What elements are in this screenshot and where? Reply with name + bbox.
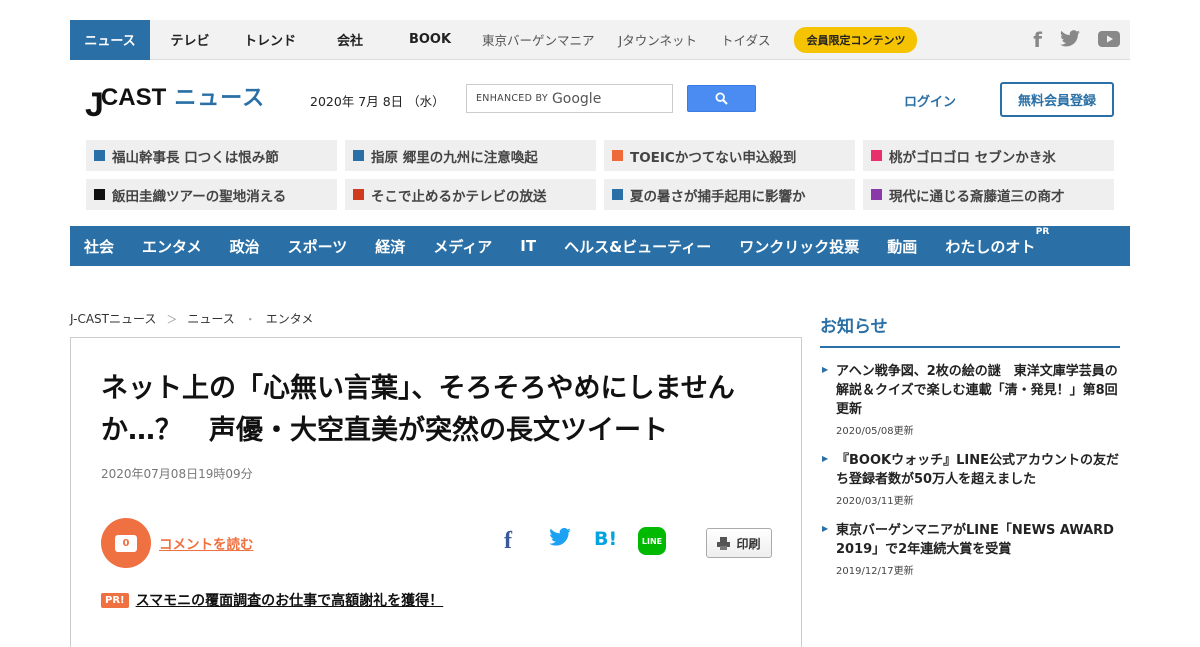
print-label: 印刷 xyxy=(736,536,761,551)
social-links: f xyxy=(1033,30,1130,50)
top-nav: ニュース テレビ トレンド 会社 BOOK 東京バーゲンマニア Jタウンネット … xyxy=(70,19,1130,60)
trending-color-marker xyxy=(353,150,364,161)
logo-cast: CAST xyxy=(100,84,167,111)
announcement-item[interactable]: ▶ 『BOOKウォッチ』LINE公式アカウントの友だち登録者数が50万人を超えま… xyxy=(820,451,1120,507)
trending-item[interactable]: 指原 郷里の九州に注意喚起 xyxy=(345,140,596,171)
category-media[interactable]: メディア xyxy=(433,236,492,257)
pr-ad-line[interactable]: PR! スマモニの覆面調査のお仕事で高額謝礼を獲得！ xyxy=(101,590,443,610)
breadcrumb-entertainment[interactable]: エンタメ xyxy=(266,310,314,327)
search-icon xyxy=(715,92,728,105)
trending-item[interactable]: 桃がゴロゴロ セブンかき氷 xyxy=(863,140,1114,171)
register-button[interactable]: 無料会員登録 xyxy=(1000,82,1114,117)
category-nav: 社会 エンタメ 政治 スポーツ 経済 メディア IT ヘルス&ビューティー ワン… xyxy=(70,226,1130,266)
pr-badge: PR! xyxy=(101,592,129,608)
breadcrumb-news[interactable]: ニュース xyxy=(187,310,234,327)
read-comments-link[interactable]: コメントを読む xyxy=(159,533,254,553)
article-card: ネット上の「心無い言葉」、そろそろやめにしませんか…？ 声優・大空直美が突然の長… xyxy=(70,337,802,647)
category-entertainment[interactable]: エンタメ xyxy=(142,236,202,257)
trending-color-marker xyxy=(871,189,882,200)
topnav-item-book[interactable]: BOOK xyxy=(390,20,470,60)
trending-color-marker xyxy=(94,189,105,200)
site-logo[interactable]: J CAST ニュース xyxy=(85,80,266,123)
trending-item[interactable]: 福山幹事長 口つくは恨み節 xyxy=(86,140,337,171)
trending-item[interactable]: そこで止めるかテレビの放送 xyxy=(345,179,596,210)
publish-date: 2020年07月08日19時09分 xyxy=(101,467,253,481)
category-sports[interactable]: スポーツ xyxy=(288,236,348,257)
announcement-title[interactable]: 東京バーゲンマニアがLINE「NEWS AWARD 2019」で2年連続大賞を受… xyxy=(836,521,1120,559)
comment-count: 0 xyxy=(115,534,137,552)
category-watashi-no-oto[interactable]: わたしのオト PR xyxy=(945,227,1049,257)
pr-label: PR xyxy=(1035,226,1050,237)
topnav-item-tv[interactable]: テレビ xyxy=(150,20,230,60)
trending-item[interactable]: 現代に通じる斎藤道三の商才 xyxy=(863,179,1114,210)
line-icon[interactable]: LINE xyxy=(638,527,666,555)
sidebar-announcements: お知らせ ▶ アヘン戦争図、2枚の絵の謎 東洋文庫学芸員の解説＆クイズで楽しむ連… xyxy=(820,312,1120,577)
triangle-right-icon: ▶ xyxy=(822,524,829,533)
sidebar-title: お知らせ xyxy=(820,312,1120,348)
announcement-date: 2019/12/17更新 xyxy=(836,566,914,577)
triangle-right-icon: ▶ xyxy=(822,454,829,463)
category-economy[interactable]: 経済 xyxy=(375,236,405,257)
announcement-date: 2020/05/08更新 xyxy=(836,426,914,437)
category-video[interactable]: 動画 xyxy=(887,236,917,257)
topnav-item-jtown[interactable]: Jタウンネット xyxy=(607,20,709,60)
announcement-date: 2020/03/11更新 xyxy=(836,496,914,507)
trending-topics: 福山幹事長 口つくは恨み節 指原 郷里の九州に注意喚起 TOEICかつてない申込… xyxy=(86,140,1114,210)
member-content-button[interactable]: 会員限定コンテンツ xyxy=(794,26,918,53)
search-button[interactable] xyxy=(687,85,756,112)
twitter-icon[interactable] xyxy=(1060,29,1080,50)
trending-color-marker xyxy=(353,189,364,200)
print-button[interactable]: 印刷 xyxy=(706,528,772,558)
printer-icon xyxy=(717,536,731,550)
search-input[interactable]: ENHANCED BY Google xyxy=(466,84,673,113)
current-date: 2020年 7月 8日 （水） xyxy=(310,94,445,109)
announcement-item[interactable]: ▶ 東京バーゲンマニアがLINE「NEWS AWARD 2019」で2年連続大賞… xyxy=(820,521,1120,577)
topnav-item-toidas[interactable]: トイダス xyxy=(709,20,783,60)
topnav-item-trend[interactable]: トレンド xyxy=(230,20,310,60)
trending-color-marker xyxy=(612,189,623,200)
logo-news: ニュース xyxy=(174,86,266,111)
announcement-title[interactable]: アヘン戦争図、2枚の絵の謎 東洋文庫学芸員の解説＆クイズで楽しむ連載「清・発見！… xyxy=(836,362,1120,419)
trending-color-marker xyxy=(612,150,623,161)
login-link[interactable]: ログイン xyxy=(904,91,956,110)
breadcrumb-separator: ・ xyxy=(244,312,256,326)
announcement-item[interactable]: ▶ アヘン戦争図、2枚の絵の謎 東洋文庫学芸員の解説＆クイズで楽しむ連載「清・発… xyxy=(820,362,1120,437)
article-headline: ネット上の「心無い言葉」、そろそろやめにしませんか…？ 声優・大空直美が突然の長… xyxy=(101,373,735,446)
twitter-icon[interactable] xyxy=(549,528,571,546)
trending-color-marker xyxy=(871,150,882,161)
facebook-icon[interactable]: f xyxy=(504,528,512,555)
trending-item[interactable]: TOEICかつてない申込殺到 xyxy=(604,140,855,171)
google-logo: Google xyxy=(551,90,602,107)
hatena-bookmark-icon[interactable]: B! xyxy=(594,528,617,550)
topnav-item-bargain-mania[interactable]: 東京バーゲンマニア xyxy=(470,20,607,60)
announcement-title[interactable]: 『BOOKウォッチ』LINE公式アカウントの友だち登録者数が50万人を超えました xyxy=(836,451,1120,489)
category-health-beauty[interactable]: ヘルス&ビューティー xyxy=(564,236,711,257)
category-it[interactable]: IT xyxy=(520,237,536,255)
category-politics[interactable]: 政治 xyxy=(230,236,260,257)
category-one-click-poll[interactable]: ワンクリック投票 xyxy=(739,236,859,257)
pr-ad-link[interactable]: スマモニの覆面調査のお仕事で高額謝礼を獲得！ xyxy=(136,590,444,610)
trending-item[interactable]: 飯田圭織ツアーの聖地消える xyxy=(86,179,337,210)
youtube-icon[interactable] xyxy=(1098,30,1120,50)
trending-color-marker xyxy=(94,150,105,161)
comment-bubble-icon[interactable]: 0 xyxy=(101,518,151,568)
trending-item[interactable]: 夏の暑さが捕手起用に影響か xyxy=(604,179,855,210)
breadcrumb-separator: ＞ xyxy=(166,312,178,326)
breadcrumb-home[interactable]: J-CASTニュース xyxy=(70,310,156,327)
search-enhanced-label: ENHANCED BY xyxy=(476,93,548,104)
category-society[interactable]: 社会 xyxy=(84,236,114,257)
topnav-item-company[interactable]: 会社 xyxy=(310,20,390,60)
triangle-right-icon: ▶ xyxy=(822,365,829,374)
topnav-item-news[interactable]: ニュース xyxy=(70,19,150,60)
facebook-icon[interactable]: f xyxy=(1033,30,1042,50)
breadcrumb: J-CASTニュース ＞ ニュース ・ エンタメ xyxy=(70,310,313,327)
